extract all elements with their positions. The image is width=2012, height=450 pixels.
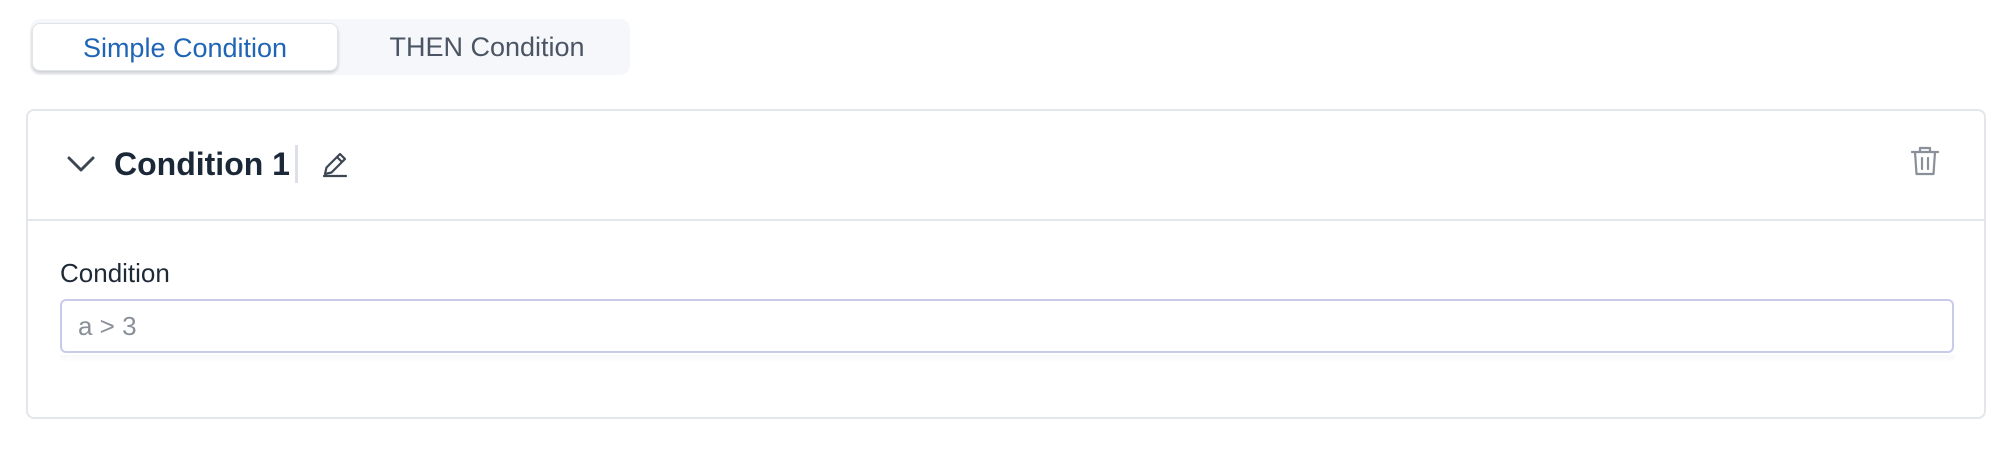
page: Simple Condition THEN Condition Conditio…: [0, 0, 2012, 450]
tab-then-condition[interactable]: THEN Condition: [356, 23, 618, 71]
pencil-icon[interactable]: [318, 147, 352, 181]
chevron-down-icon[interactable]: [64, 147, 98, 181]
condition-title: Condition 1: [114, 146, 290, 182]
title-divider: [295, 145, 298, 183]
condition-type-tabs: Simple Condition THEN Condition: [30, 19, 630, 75]
condition-input[interactable]: [60, 299, 1954, 353]
condition-card: Condition 1 Condition: [26, 109, 1986, 419]
condition-card-header: Condition 1: [28, 111, 1984, 221]
condition-field-label: Condition: [60, 258, 170, 288]
input-shadow: [60, 355, 1954, 363]
trash-icon[interactable]: [1908, 143, 1942, 179]
tab-simple-condition[interactable]: Simple Condition: [32, 23, 338, 71]
